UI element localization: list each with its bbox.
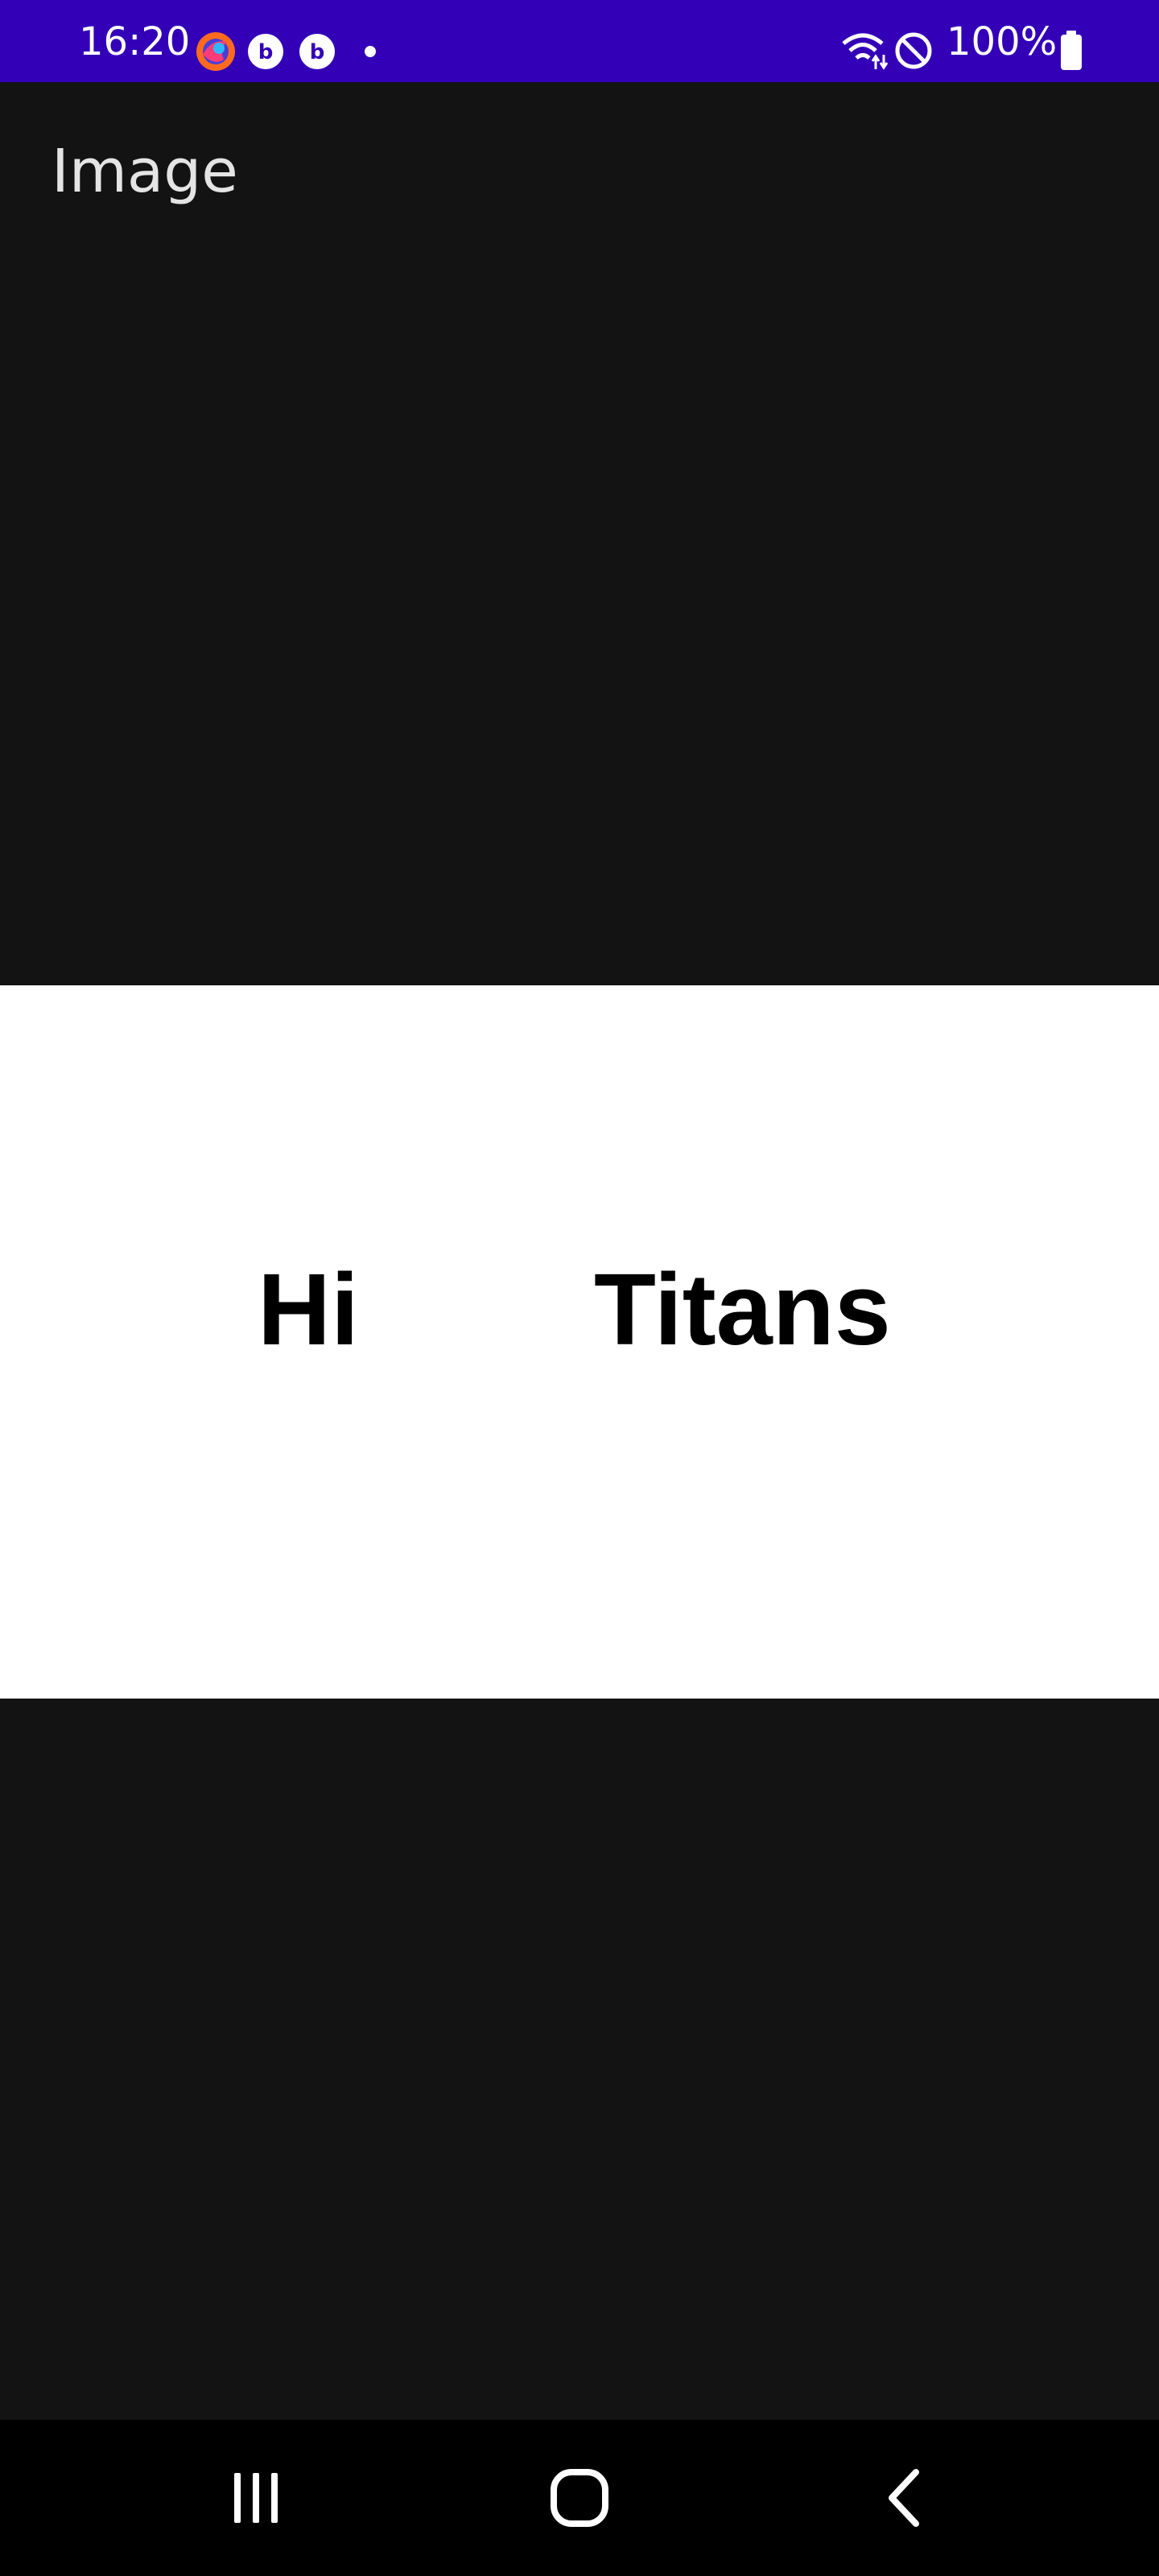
notification-dot-icon bbox=[365, 46, 376, 57]
status-time: 16:20 bbox=[79, 19, 191, 64]
status-bar: 16:20 b b 100% bbox=[0, 0, 1159, 82]
firefox-icon bbox=[196, 32, 235, 71]
wifi-icon bbox=[842, 33, 889, 70]
back-icon bbox=[889, 2469, 919, 2527]
image-text-titans: Titans bbox=[594, 1253, 891, 1366]
image-text-hi: Hi bbox=[258, 1253, 359, 1366]
page-title: Image bbox=[52, 137, 238, 206]
b-app-icon: b bbox=[248, 34, 283, 69]
home-button[interactable] bbox=[499, 2420, 660, 2576]
battery-icon bbox=[1061, 31, 1082, 70]
navigation-bar bbox=[0, 2420, 1159, 2576]
battery-percentage: 100% bbox=[947, 19, 1058, 64]
recent-apps-icon bbox=[234, 2473, 278, 2523]
b-app-icon: b bbox=[299, 34, 335, 69]
svg-text:b: b bbox=[258, 40, 274, 64]
displayed-image: Hi Titans bbox=[0, 985, 1159, 1699]
home-icon bbox=[551, 2469, 608, 2527]
back-button[interactable] bbox=[824, 2420, 985, 2576]
recent-apps-button[interactable] bbox=[175, 2420, 336, 2576]
do-not-disturb-icon bbox=[895, 32, 932, 69]
svg-text:b: b bbox=[310, 40, 325, 64]
